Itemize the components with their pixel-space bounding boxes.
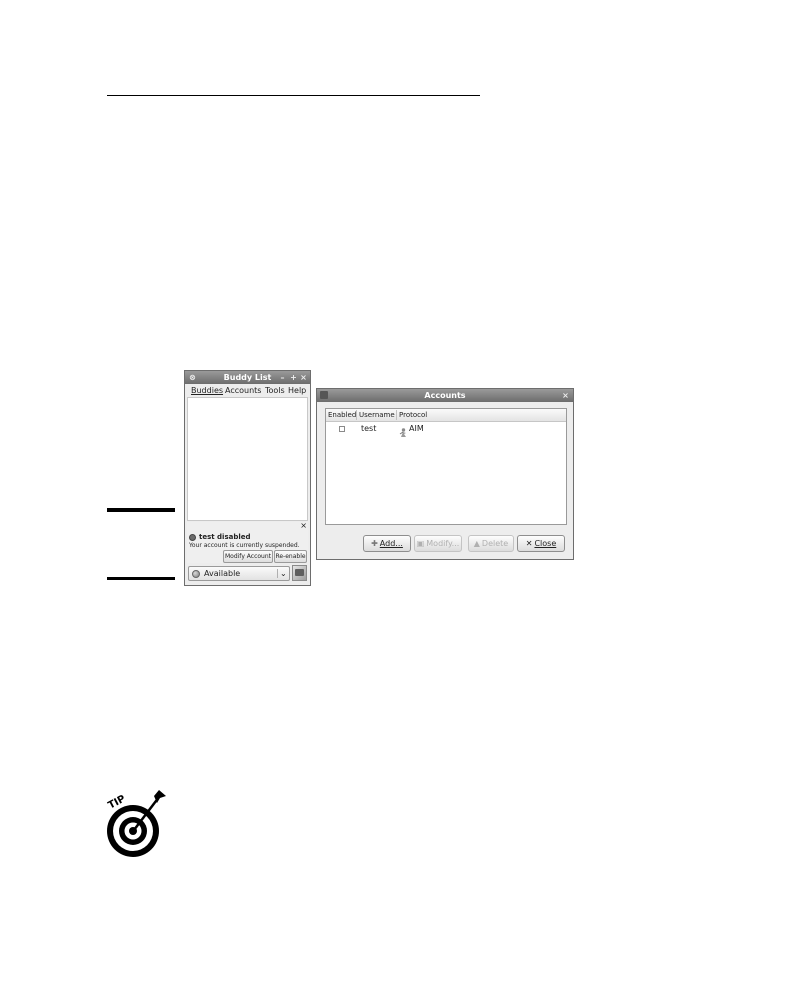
table-row[interactable]: test AIM	[326, 422, 566, 437]
maximize-icon[interactable]: +	[289, 373, 298, 382]
figure-marker-top	[107, 508, 175, 512]
column-header-enabled[interactable]: Enabled	[328, 409, 356, 421]
buddy-list-titlebar[interactable]: ⊗ Buddy List – + ×	[185, 371, 310, 384]
menu-buddies[interactable]: Buddies	[191, 385, 223, 396]
add-button[interactable]: ✚ Add...	[363, 535, 411, 552]
menu-accounts[interactable]: Accounts	[225, 385, 261, 396]
enabled-checkbox[interactable]	[339, 426, 345, 432]
buddy-avatar-icon	[295, 569, 304, 576]
window-menu-icon[interactable]: ⊗	[188, 373, 197, 382]
column-divider	[356, 410, 357, 420]
figure-marker-bottom	[107, 577, 175, 580]
header-rule	[107, 95, 480, 96]
account-username: test	[361, 424, 377, 433]
notice-close-icon[interactable]: ×	[300, 522, 307, 530]
modify-label: Modify...	[426, 539, 460, 548]
close-x-icon: ✕	[525, 539, 533, 548]
chevron-down-icon: ⌄	[280, 569, 287, 578]
modify-button[interactable]: ▣ Modify...	[414, 535, 462, 552]
delete-icon: ▲	[473, 539, 480, 548]
close-button[interactable]: ✕ Close	[517, 535, 565, 552]
accounts-title: Accounts	[424, 391, 466, 400]
menu-tools[interactable]: Tools	[265, 385, 285, 396]
buddy-list-menubar: Buddies Accounts Tools Help	[187, 385, 308, 396]
column-header-protocol[interactable]: Protocol	[399, 409, 427, 421]
account-disabled-notice: × test disabled Your account is currentl…	[187, 522, 308, 563]
notice-status-icon	[189, 534, 196, 541]
add-label: Add...	[379, 539, 403, 548]
delete-button[interactable]: ▲ Delete	[468, 535, 514, 552]
buddy-list-title: Buddy List	[223, 373, 272, 382]
status-selector[interactable]: Available ⌄	[188, 566, 290, 581]
modify-icon: ▣	[416, 539, 425, 548]
menu-help[interactable]: Help	[288, 385, 306, 396]
accounts-window: Accounts × Enabled Username Protocol tes…	[316, 388, 574, 560]
column-header-username[interactable]: Username	[359, 409, 395, 421]
close-icon[interactable]: ×	[299, 373, 308, 382]
aim-protocol-icon	[399, 423, 407, 437]
accounts-list-header: Enabled Username Protocol	[326, 409, 566, 422]
add-icon: ✚	[371, 539, 378, 548]
notice-message: Your account is currently suspended.	[189, 542, 300, 549]
modify-account-button[interactable]: Modify Account	[223, 550, 273, 563]
close-label: Close	[534, 539, 557, 548]
accounts-window-icon	[320, 391, 328, 399]
tip-target-icon: TIP	[105, 787, 169, 859]
delete-label: Delete	[481, 539, 509, 548]
status-available-icon	[192, 570, 200, 578]
account-protocol: AIM	[409, 424, 424, 433]
minimize-icon[interactable]: –	[278, 373, 287, 382]
buddy-list-window: ⊗ Buddy List – + × Buddies Accounts Tool…	[184, 370, 311, 586]
re-enable-button[interactable]: Re-enable	[274, 550, 307, 563]
notice-title: test disabled	[199, 533, 251, 541]
buddy-list-tree[interactable]	[187, 397, 308, 521]
accounts-close-icon[interactable]: ×	[561, 391, 570, 400]
status-divider	[277, 569, 278, 578]
accounts-titlebar[interactable]: Accounts ×	[317, 389, 573, 402]
accounts-list: Enabled Username Protocol test AIM	[325, 408, 567, 525]
column-divider	[396, 410, 397, 420]
status-label: Available	[204, 569, 241, 578]
buddy-icon-button[interactable]	[292, 565, 307, 581]
